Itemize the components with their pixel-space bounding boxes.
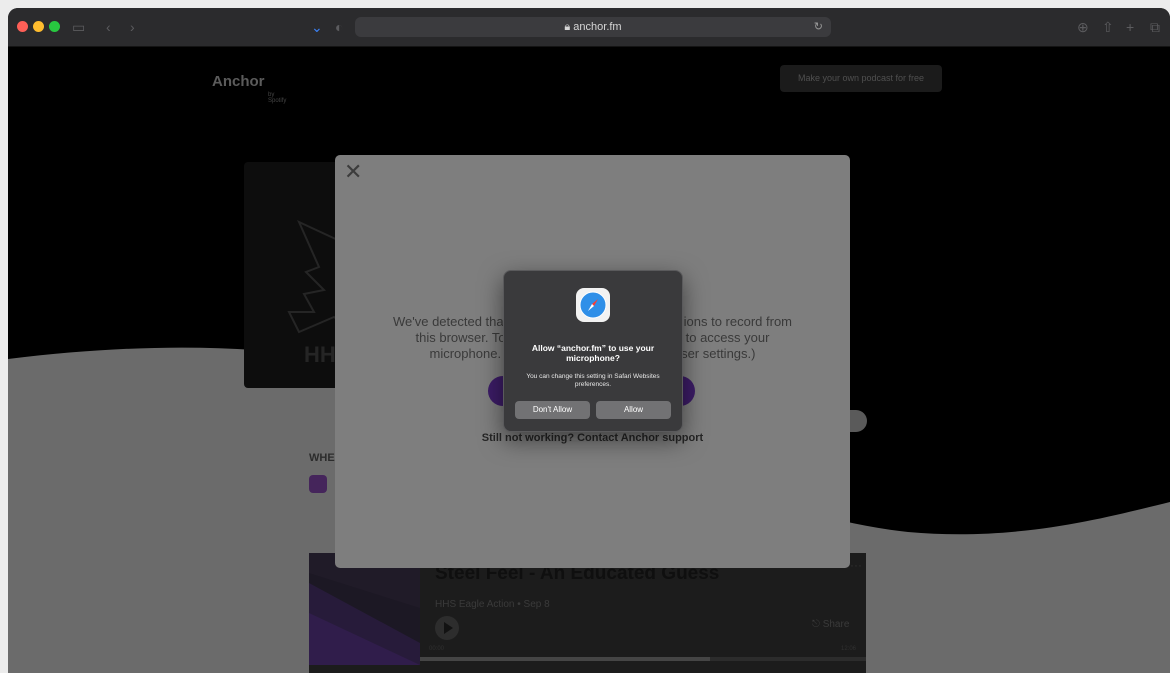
back-icon[interactable]: ‹ xyxy=(106,17,111,37)
safari-icon xyxy=(576,288,610,322)
browser-window: ▭ ‹ › ⌄ ◐ 🔒︎ anchor.fm ↻ ⊕ ⇧ + ⧉ Anchor … xyxy=(8,8,1170,673)
new-tab-icon[interactable]: + xyxy=(1126,17,1134,37)
message-line-2b: to access your xyxy=(685,330,770,345)
contact-support-link[interactable]: Still not working? Contact Anchor suppor… xyxy=(335,432,850,444)
dont-allow-button[interactable]: Don't Allow xyxy=(515,401,590,419)
alert-body: You can change this setting in Safari We… xyxy=(526,373,660,388)
message-line-1b: ions to record from xyxy=(683,314,793,329)
message-line-3b: ser settings.) xyxy=(681,346,756,361)
close-icon[interactable]: ✕ xyxy=(344,161,362,183)
zoom-window-button[interactable] xyxy=(49,21,60,32)
shield-icon[interactable]: ⌄ xyxy=(311,17,323,37)
allow-button[interactable]: Allow xyxy=(596,401,671,419)
url-text: anchor.fm xyxy=(573,21,622,33)
minimize-window-button[interactable] xyxy=(33,21,44,32)
address-bar[interactable]: 🔒︎ anchor.fm ↻ xyxy=(355,17,831,37)
page-content: Anchor by Spotify Make your own podcast … xyxy=(8,47,1170,673)
share-icon[interactable]: ⇧ xyxy=(1102,17,1114,37)
forward-icon[interactable]: › xyxy=(130,17,135,37)
close-window-button[interactable] xyxy=(17,21,28,32)
tabs-icon[interactable]: ⧉ xyxy=(1150,17,1160,37)
message-line-1a: We've detected tha xyxy=(392,314,504,329)
browser-toolbar: ▭ ‹ › ⌄ ◐ 🔒︎ anchor.fm ↻ ⊕ ⇧ + ⧉ xyxy=(8,8,1170,47)
lock-icon: 🔒︎ xyxy=(564,21,574,33)
microphone-permission-alert: Allow “anchor.fm” to use your microphone… xyxy=(503,270,683,432)
download-icon[interactable]: ⊕ xyxy=(1077,17,1089,37)
message-line-3a: microphone. xyxy=(429,346,502,361)
message-line-2a: this browser. To xyxy=(415,330,506,345)
reload-icon[interactable]: ↻ xyxy=(814,17,823,37)
sidebar-icon[interactable]: ▭ xyxy=(72,17,85,37)
privacy-icon[interactable]: ◐ xyxy=(335,17,343,37)
alert-title: Allow “anchor.fm” to use your microphone… xyxy=(531,343,655,363)
